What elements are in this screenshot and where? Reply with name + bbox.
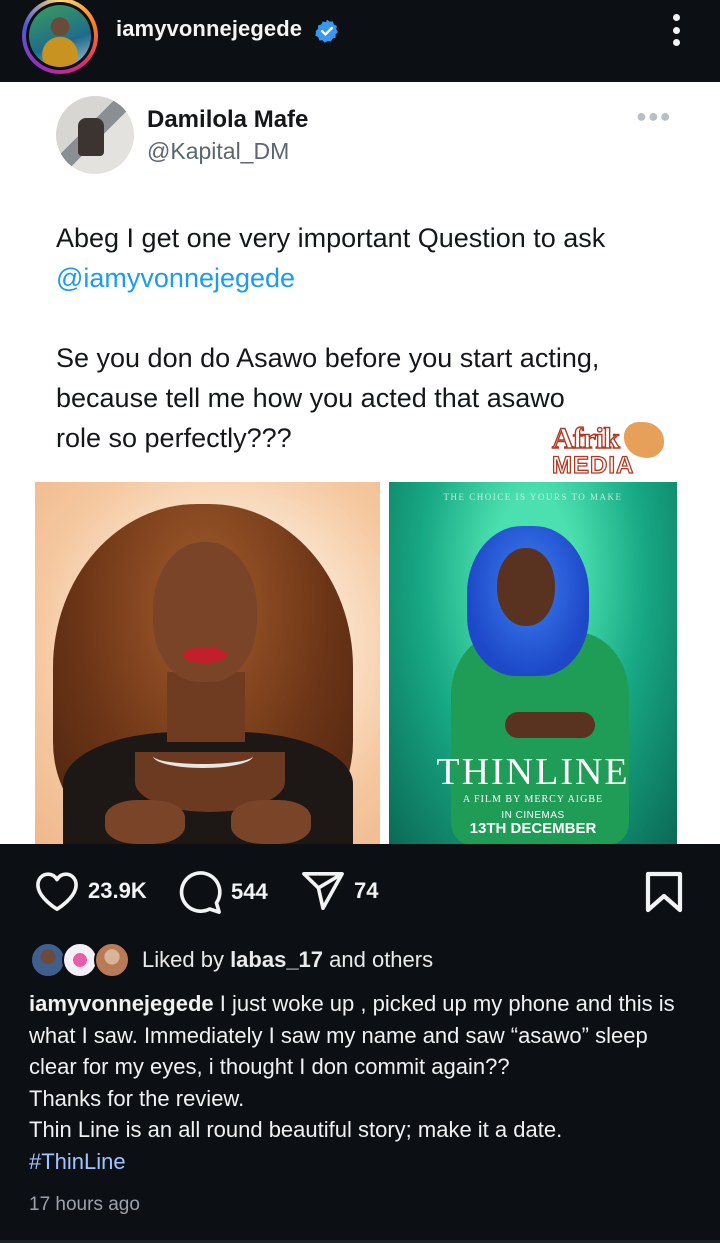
action-bar: 23.9K 544 74 — [0, 844, 720, 936]
liked-by-user[interactable]: labas_17 — [230, 947, 323, 972]
avatar — [30, 942, 66, 978]
more-horizontal-icon: ●●● — [636, 106, 672, 126]
poster-tagline: THE CHOICE IS YOURS TO MAKE — [443, 492, 623, 502]
liked-by-avatars — [30, 942, 134, 978]
send-icon — [302, 872, 344, 910]
verified-badge-icon — [315, 19, 338, 43]
tweet-text-line: Abeg I get one very important Question t… — [56, 223, 606, 253]
watermark-brand-bottom: MEDIA — [551, 451, 635, 479]
afrik-media-watermark: Afrik MEDIA — [548, 421, 684, 486]
poster-credit: A FILM BY MERCY AIGBE — [462, 794, 604, 805]
post-header: iamyvonnejegede — [0, 0, 720, 82]
movie-poster: THE CHOICE IS YOURS TO MAKE THINLINE A F… — [389, 482, 677, 844]
tweet-text-line: because tell me how you acted that asawo — [56, 383, 565, 413]
share-button[interactable]: 74 — [300, 870, 378, 912]
post-image[interactable]: Damilola Mafe @Kapital_DM ●●● Abeg I get… — [0, 82, 720, 844]
avatar — [94, 942, 130, 978]
avatar — [62, 942, 98, 978]
avatar-image — [29, 5, 91, 67]
profile-avatar[interactable] — [22, 0, 98, 74]
poster-release-date: 13TH DECEMBER — [469, 820, 597, 837]
caption-hashtag[interactable]: #ThinLine — [29, 1149, 126, 1174]
bookmark-icon — [645, 871, 683, 913]
likes-count: 23.9K — [88, 878, 147, 903]
post-timestamp: 17 hours ago — [29, 1194, 140, 1215]
tweet-mention: @iamyvonnejegede — [56, 263, 296, 293]
comment-icon — [179, 871, 222, 914]
tweet-avatar — [56, 96, 134, 174]
tweet-author-name: Damilola Mafe — [147, 106, 309, 133]
tweet-text-line: role so perfectly??? — [56, 423, 292, 453]
liked-by-text: Liked by labas_17 and others — [142, 947, 434, 972]
tweet-text-line: Se you don do Asawo before you start act… — [56, 343, 600, 373]
portrait-photo — [35, 482, 380, 844]
comment-button[interactable]: 544 — [177, 870, 268, 914]
comments-count: 544 — [231, 879, 268, 904]
like-button[interactable]: 23.9K — [34, 870, 147, 912]
watermark-brand-top: Afrik — [551, 421, 620, 455]
heart-icon — [36, 872, 78, 911]
liked-by-row[interactable]: Liked by labas_17 and others — [30, 940, 433, 980]
post-username[interactable]: iamyvonnejegede — [116, 16, 302, 42]
tweet-author-handle: @Kapital_DM — [147, 138, 290, 164]
more-vertical-icon[interactable] — [664, 10, 688, 50]
caption-username[interactable]: iamyvonnejegede — [29, 991, 214, 1016]
save-button[interactable] — [644, 870, 684, 914]
shares-count: 74 — [354, 878, 379, 903]
caption-line: Thanks for the review. — [29, 1085, 245, 1111]
post-caption: iamyvonnejegede I just woke up , picked … — [29, 988, 693, 1178]
caption-line: Thin Line is an all round beautiful stor… — [29, 1117, 563, 1143]
poster-title: THINLINE — [436, 751, 630, 793]
